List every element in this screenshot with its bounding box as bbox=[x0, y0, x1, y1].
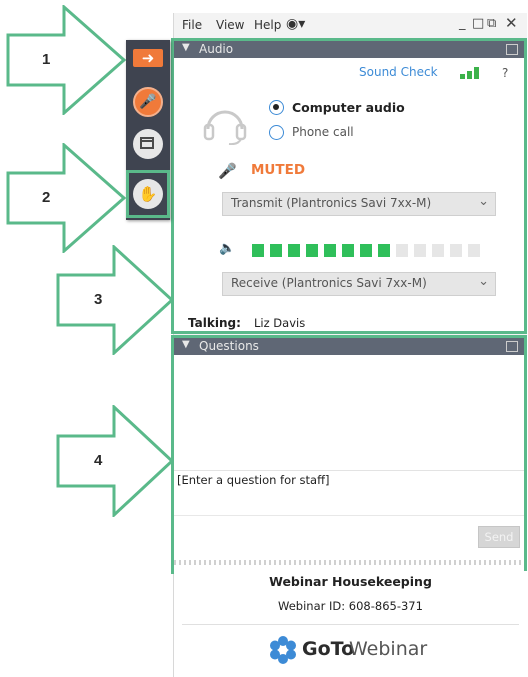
microphone-muted-icon[interactable]: 🎤 bbox=[133, 87, 163, 117]
close-icon[interactable]: ✕ bbox=[505, 14, 518, 32]
signal-strength-icon bbox=[460, 67, 482, 79]
brand-goto: GoTo bbox=[302, 638, 355, 660]
webinar-id: Webinar ID: 608-865-371 bbox=[278, 599, 423, 613]
phone-call-radio[interactable] bbox=[269, 125, 284, 140]
arrow-right-icon[interactable]: ➜ bbox=[133, 49, 163, 67]
collapse-triangle-icon[interactable]: ▼ bbox=[182, 42, 190, 53]
receive-value: Receive (Plantronics Savi 7xx-M) bbox=[231, 276, 427, 290]
callout-number-3: 3 bbox=[94, 291, 103, 308]
audio-panel-header[interactable]: ▼ Audio bbox=[174, 41, 524, 58]
sound-check-link[interactable]: Sound Check bbox=[359, 65, 438, 79]
transmit-value: Transmit (Plantronics Savi 7xx-M) bbox=[231, 196, 432, 210]
callout-arrow-4: 4 bbox=[56, 405, 176, 517]
question-input[interactable]: [Enter a question for staff] bbox=[174, 471, 524, 515]
menu-help[interactable]: Help bbox=[254, 18, 281, 32]
raise-hand-icon[interactable]: ✋ bbox=[133, 179, 163, 209]
speaker-icon: 🔈 bbox=[219, 241, 236, 256]
globe-icon[interactable]: ◉▾ bbox=[286, 16, 305, 32]
headset-icon bbox=[202, 99, 248, 148]
level-segment bbox=[360, 244, 372, 257]
muted-microphone-icon[interactable]: 🎤 bbox=[218, 162, 237, 180]
collapse-triangle-icon[interactable]: ▼ bbox=[182, 339, 190, 350]
restore-icon[interactable]: □ bbox=[472, 16, 484, 31]
talking-name: Liz Davis bbox=[254, 316, 306, 330]
callout-number-1: 1 bbox=[42, 51, 51, 68]
divider bbox=[174, 515, 524, 516]
audio-level-meter bbox=[252, 244, 492, 257]
level-segment bbox=[378, 244, 390, 257]
computer-audio-label[interactable]: Computer audio bbox=[292, 100, 405, 115]
level-segment bbox=[342, 244, 354, 257]
level-segment bbox=[252, 244, 264, 257]
talking-label: Talking: bbox=[188, 316, 241, 330]
level-segment bbox=[306, 244, 318, 257]
brand-webinar: Webinar bbox=[349, 638, 428, 660]
level-segment bbox=[450, 244, 462, 257]
questions-panel: ▼ Questions [Enter a question for staff]… bbox=[171, 335, 527, 574]
transmit-select[interactable]: Transmit (Plantronics Savi 7xx-M) ⌄ bbox=[222, 192, 496, 216]
callout-number-4: 4 bbox=[94, 452, 103, 469]
receive-select[interactable]: Receive (Plantronics Savi 7xx-M) ⌄ bbox=[222, 272, 496, 296]
muted-status: MUTED bbox=[251, 162, 306, 178]
screen-icon[interactable] bbox=[133, 129, 163, 159]
callout-number-2: 2 bbox=[42, 189, 51, 206]
questions-header-title: Questions bbox=[199, 339, 259, 353]
help-icon[interactable]: ? bbox=[502, 66, 508, 80]
level-segment bbox=[324, 244, 336, 257]
callout-arrow-2: 2 bbox=[6, 143, 128, 253]
question-input-placeholder: [Enter a question for staff] bbox=[177, 473, 330, 487]
popout-icon[interactable]: ⧉ bbox=[487, 16, 496, 31]
panel-popout-icon[interactable] bbox=[506, 44, 518, 55]
webinar-title: Webinar Housekeeping bbox=[269, 574, 432, 589]
chevron-down-icon: ⌄ bbox=[478, 274, 489, 289]
resize-grip[interactable] bbox=[174, 560, 524, 565]
computer-audio-radio[interactable] bbox=[269, 100, 284, 115]
level-segment bbox=[270, 244, 282, 257]
audio-header-title: Audio bbox=[199, 42, 234, 56]
flower-logo-icon bbox=[268, 635, 298, 668]
send-button[interactable]: Send bbox=[478, 526, 520, 548]
questions-log bbox=[174, 355, 524, 470]
chevron-down-icon: ⌄ bbox=[478, 194, 489, 209]
divider bbox=[182, 624, 519, 625]
level-segment bbox=[288, 244, 300, 257]
level-segment bbox=[432, 244, 444, 257]
menu-view[interactable]: View bbox=[216, 18, 244, 32]
control-toolbar: ➜ 🎤 ✋ bbox=[126, 40, 170, 220]
level-segment bbox=[396, 244, 408, 257]
callout-arrow-3: 3 bbox=[56, 245, 176, 355]
phone-call-label[interactable]: Phone call bbox=[292, 125, 354, 139]
audio-panel: ▼ Audio Sound Check ? Computer audio Pho… bbox=[171, 38, 527, 334]
menu-bar: File View Help ◉▾ _ □ ⧉ ✕ bbox=[174, 13, 527, 37]
menu-file[interactable]: File bbox=[182, 18, 202, 32]
gotowebinar-logo: GoTo Webinar bbox=[268, 635, 448, 665]
level-segment bbox=[414, 244, 426, 257]
level-segment bbox=[468, 244, 480, 257]
panel-popout-icon[interactable] bbox=[506, 341, 518, 352]
webinar-window: File View Help ◉▾ _ □ ⧉ ✕ ▼ Audio Sound … bbox=[171, 13, 527, 677]
questions-panel-header[interactable]: ▼ Questions bbox=[174, 338, 524, 355]
webinar-info: Webinar Housekeeping Webinar ID: 608-865… bbox=[174, 571, 527, 677]
callout-arrow-1: 1 bbox=[6, 5, 128, 115]
minimize-icon[interactable]: _ bbox=[459, 16, 466, 31]
